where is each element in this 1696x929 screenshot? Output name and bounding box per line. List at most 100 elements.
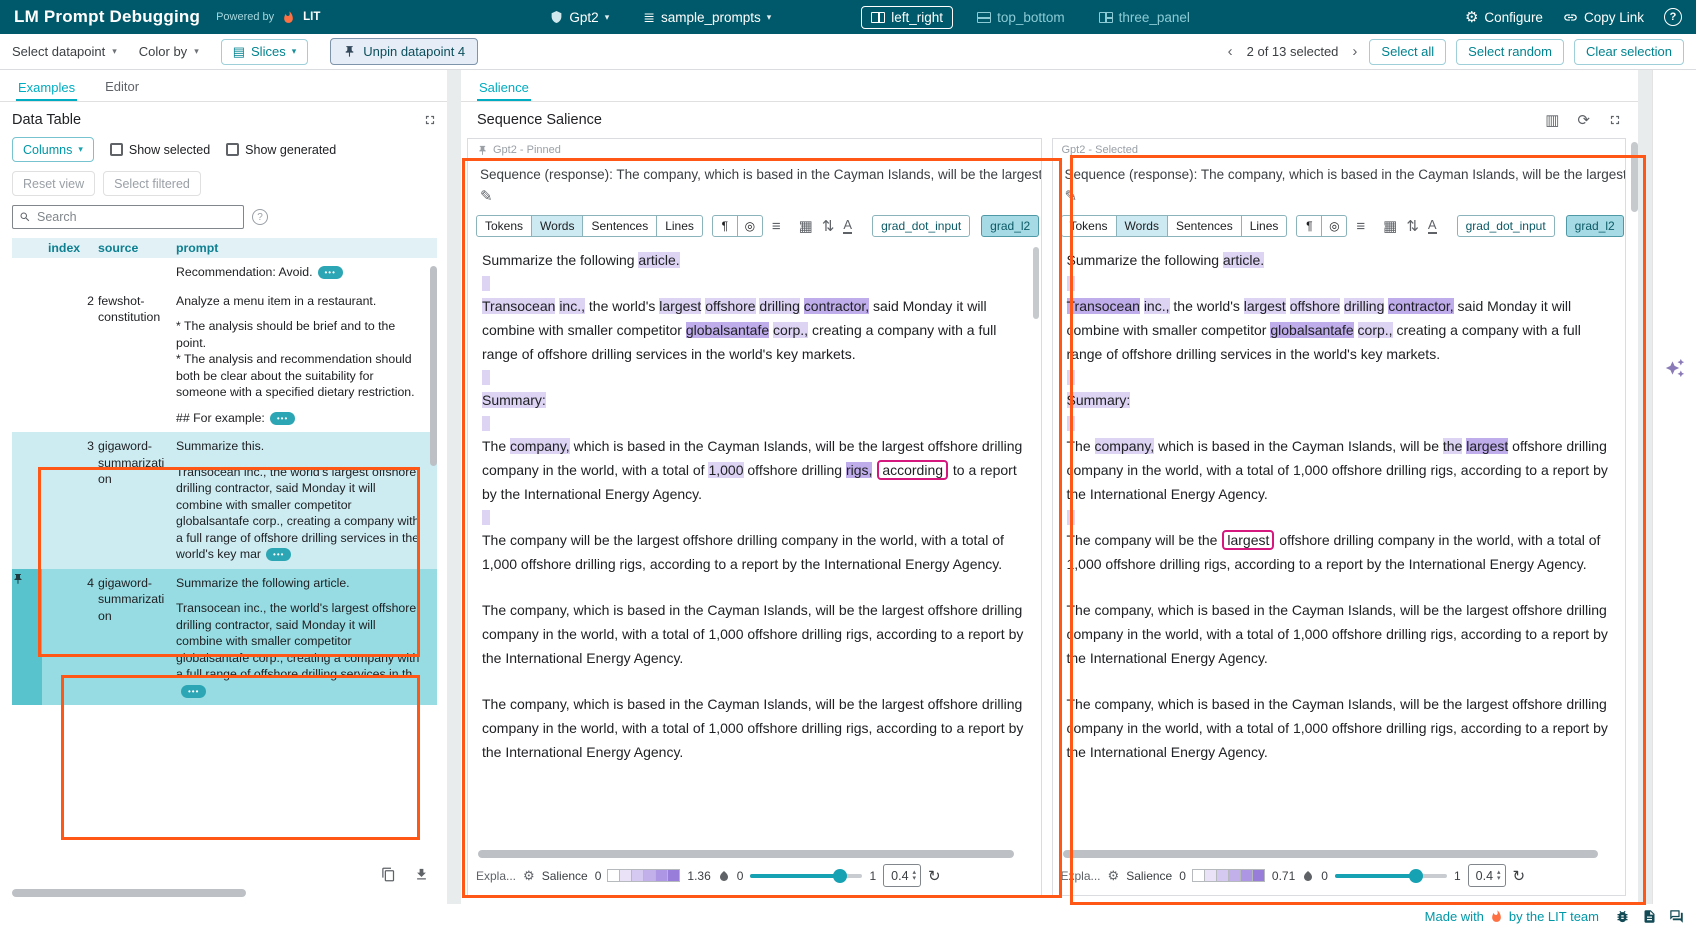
expand-icon[interactable] — [1608, 113, 1622, 127]
selected-token[interactable]: according — [877, 460, 948, 480]
salience-token[interactable]: company, — [1095, 438, 1155, 454]
panel-horizontal-scrollbar[interactable] — [478, 850, 1031, 858]
stepper-arrows[interactable]: ▴▾ — [913, 870, 917, 882]
whitespace-toggle[interactable]: ◎ — [737, 215, 763, 237]
made-with-credit[interactable]: Made with by the LIT team — [1425, 909, 1599, 924]
menu-icon[interactable]: ≡ — [772, 218, 781, 235]
salience-token[interactable]: drilling — [759, 298, 799, 314]
method-grad-l2[interactable]: grad_l2 — [1566, 215, 1624, 237]
salience-token[interactable]: globalsantafe — [1270, 322, 1353, 338]
table-row[interactable]: 3gigaword-summarizationSummarize this.Tr… — [12, 432, 437, 569]
search-input[interactable]: Search — [12, 205, 244, 229]
tab-salience[interactable]: Salience — [477, 74, 531, 102]
palette-icon[interactable]: ⚙ — [1108, 868, 1120, 884]
table-row[interactable]: 4gigaword-summarizationSummarize the fol… — [12, 569, 437, 706]
select-all-button[interactable]: Select all — [1369, 39, 1446, 65]
salience-token[interactable]: offshore — [1290, 298, 1340, 314]
reset-icon[interactable]: ↻ — [1513, 867, 1526, 885]
panel-vertical-scrollbar[interactable] — [1033, 247, 1039, 319]
salience-token[interactable]: Summary: — [1067, 392, 1131, 408]
method-grad-l2[interactable]: grad_l2 — [981, 215, 1039, 237]
whitespace-toggle[interactable]: ◎ — [1321, 215, 1347, 237]
copy-link-button[interactable]: Copy Link — [1563, 10, 1644, 25]
salience-token[interactable]: largest — [659, 298, 701, 314]
pilcrow-toggle[interactable]: ¶ — [1296, 215, 1322, 237]
granularity-words[interactable]: Words — [1116, 215, 1168, 237]
salience-token[interactable]: article. — [638, 252, 679, 268]
sparkle-icon[interactable] — [1665, 358, 1685, 378]
threshold-input[interactable]: 0.4 ▴▾ — [883, 864, 921, 887]
source-column-header[interactable]: source — [98, 238, 176, 258]
salience-token[interactable]: contractor, — [1388, 298, 1453, 314]
columns-button[interactable]: Columns ▾ — [12, 137, 94, 162]
table-row[interactable]: Recommendation: Avoid.••• — [12, 258, 437, 287]
granularity-words[interactable]: Words — [531, 215, 583, 237]
unpin-datapoint-button[interactable]: Unpin datapoint 4 — [330, 38, 478, 65]
pilcrow-toggle[interactable]: ¶ — [712, 215, 738, 237]
salience-token[interactable]: offshore — [705, 298, 755, 314]
newline-token[interactable] — [482, 416, 490, 431]
newline-token[interactable] — [1067, 416, 1075, 431]
newline-token[interactable] — [482, 370, 490, 385]
ellipsis-chip[interactable]: ••• — [266, 548, 291, 561]
palette-icon[interactable]: ⚙ — [523, 868, 535, 884]
granularity-sentences[interactable]: Sentences — [1167, 215, 1242, 237]
model-selector[interactable]: Gpt2 ▾ — [550, 10, 609, 25]
slices-button[interactable]: ▤ Slices ▾ — [221, 39, 309, 65]
help-icon[interactable]: ? — [1664, 8, 1682, 26]
configure-button[interactable]: ⚙ Configure — [1465, 8, 1543, 26]
ellipsis-chip[interactable]: ••• — [270, 412, 295, 425]
grid-icon[interactable]: ▦ — [1383, 217, 1397, 235]
salience-token[interactable]: globalsantafe — [686, 322, 769, 338]
copy-icon[interactable] — [381, 867, 396, 882]
salience-token[interactable]: largest — [1244, 298, 1286, 314]
salience-token[interactable]: corp., — [1358, 322, 1393, 338]
method-grad-dot-input[interactable]: grad_dot_input — [1457, 215, 1555, 237]
stepper-arrows[interactable]: ▴▾ — [1497, 870, 1501, 882]
salience-token[interactable]: 1,000 — [708, 462, 743, 478]
feedback-icon[interactable] — [1669, 909, 1684, 924]
salience-token[interactable]: inc., — [1144, 298, 1170, 314]
prev-selection-icon[interactable]: ‹ — [1226, 43, 1235, 60]
salience-token[interactable]: contractor, — [804, 298, 869, 314]
font-icon[interactable]: A — [843, 218, 852, 234]
bug-report-icon[interactable] — [1615, 909, 1630, 924]
expand-icon[interactable] — [423, 113, 437, 127]
salience-token[interactable]: Summary: — [482, 392, 546, 408]
granularity-lines[interactable]: Lines — [656, 215, 703, 237]
salience-token[interactable]: Transocean — [1067, 298, 1140, 314]
salience-token[interactable]: corp., — [773, 322, 808, 338]
clear-selection-button[interactable]: Clear selection — [1574, 39, 1684, 65]
salience-token[interactable]: company, — [510, 438, 570, 454]
salience-token[interactable]: drilling — [1344, 298, 1384, 314]
selected-token[interactable]: largest — [1222, 530, 1274, 550]
newline-token[interactable] — [482, 276, 490, 291]
tab-editor[interactable]: Editor — [103, 73, 141, 101]
dataset-selector[interactable]: ≣ sample_prompts ▾ — [643, 9, 771, 26]
table-row[interactable]: 2fewshot-constitutionAnalyze a menu item… — [12, 287, 437, 433]
granularity-sentences[interactable]: Sentences — [582, 215, 657, 237]
prompt-column-header[interactable]: prompt — [176, 238, 437, 258]
salience-token[interactable]: inc., — [559, 298, 585, 314]
newline-token[interactable] — [1067, 370, 1075, 385]
docs-icon[interactable] — [1642, 909, 1657, 924]
grid-icon[interactable]: ▦ — [799, 217, 813, 235]
method-grad-dot-input[interactable]: grad_dot_input — [872, 215, 970, 237]
next-selection-icon[interactable]: › — [1350, 43, 1359, 60]
reset-icon[interactable]: ↻ — [928, 867, 941, 885]
opacity-slider[interactable] — [750, 869, 862, 883]
threshold-input[interactable]: 0.4 ▴▾ — [1468, 864, 1506, 887]
table-vertical-scrollbar[interactable] — [430, 266, 437, 466]
granularity-tokens[interactable]: Tokens — [476, 215, 532, 237]
granularity-lines[interactable]: Lines — [1241, 215, 1288, 237]
select-random-button[interactable]: Select random — [1456, 39, 1564, 65]
salience-token[interactable]: the — [1443, 438, 1462, 454]
ellipsis-chip[interactable]: ••• — [181, 685, 206, 698]
layout-left-right[interactable]: left_right — [861, 6, 953, 29]
edit-icon[interactable]: ✎ — [468, 184, 1041, 208]
salience-token[interactable]: Transocean — [482, 298, 555, 314]
salience-token[interactable]: rigs, — [846, 462, 872, 478]
opacity-slider[interactable] — [1335, 869, 1447, 883]
show-generated-checkbox[interactable]: Show generated — [226, 143, 336, 157]
show-selected-checkbox[interactable]: Show selected — [110, 143, 210, 157]
